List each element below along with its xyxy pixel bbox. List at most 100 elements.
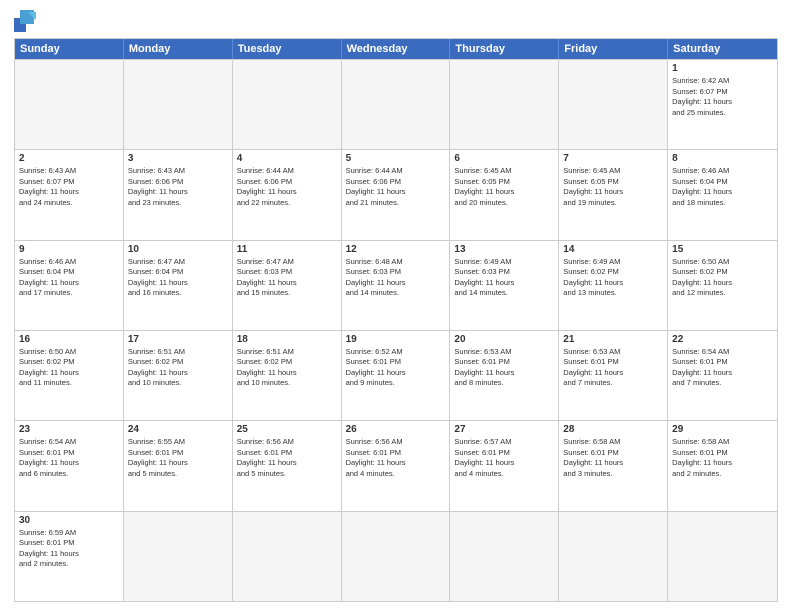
cell-info: Sunrise: 6:48 AM Sunset: 6:03 PM Dayligh… bbox=[346, 257, 446, 299]
day-number: 28 bbox=[563, 424, 663, 435]
cell-info: Sunrise: 6:47 AM Sunset: 6:03 PM Dayligh… bbox=[237, 257, 337, 299]
day-number: 19 bbox=[346, 334, 446, 345]
day-number: 26 bbox=[346, 424, 446, 435]
cell-info: Sunrise: 6:43 AM Sunset: 6:06 PM Dayligh… bbox=[128, 166, 228, 208]
day-number: 15 bbox=[672, 244, 773, 255]
header-day-wednesday: Wednesday bbox=[342, 39, 451, 59]
calendar-cell: 7 Sunrise: 6:45 AM Sunset: 6:05 PM Daylig… bbox=[559, 150, 668, 239]
header bbox=[14, 10, 778, 32]
cell-info: Sunrise: 6:50 AM Sunset: 6:02 PM Dayligh… bbox=[19, 347, 119, 389]
page: SundayMondayTuesdayWednesdayThursdayFrid… bbox=[0, 0, 792, 612]
header-day-friday: Friday bbox=[559, 39, 668, 59]
cell-info: Sunrise: 6:58 AM Sunset: 6:01 PM Dayligh… bbox=[563, 437, 663, 479]
header-day-tuesday: Tuesday bbox=[233, 39, 342, 59]
day-number: 21 bbox=[563, 334, 663, 345]
calendar-cell: 16Sunrise: 6:50 AM Sunset: 6:02 PM Dayli… bbox=[15, 331, 124, 420]
cell-info: Sunrise: 6:45 AM Sunset: 6:05 PM Dayligh… bbox=[563, 166, 663, 208]
day-number: 3 bbox=[128, 153, 228, 164]
logo bbox=[14, 10, 46, 32]
cell-info: Sunrise: 6:53 AM Sunset: 6:01 PM Dayligh… bbox=[454, 347, 554, 389]
calendar-cell: 12 Sunrise: 6:48 AM Sunset: 6:03 PM Dayli… bbox=[342, 241, 451, 330]
day-number: 17 bbox=[128, 334, 228, 345]
day-number: 25 bbox=[237, 424, 337, 435]
calendar-cell: 21 Sunrise: 6:53 AM Sunset: 6:01 PM Dayli… bbox=[559, 331, 668, 420]
calendar-cell: 18 Sunrise: 6:51 AM Sunset: 6:02 PM Dayli… bbox=[233, 331, 342, 420]
day-number: 24 bbox=[128, 424, 228, 435]
calendar-cell: 4 Sunrise: 6:44 AM Sunset: 6:06 PM Daylig… bbox=[233, 150, 342, 239]
day-number: 27 bbox=[454, 424, 554, 435]
header-day-monday: Monday bbox=[124, 39, 233, 59]
calendar-body: 1 Sunrise: 6:42 AM Sunset: 6:07 PM Daylig… bbox=[15, 59, 777, 601]
day-number: 10 bbox=[128, 244, 228, 255]
calendar-cell: 27 Sunrise: 6:57 AM Sunset: 6:01 PM Dayli… bbox=[450, 421, 559, 510]
calendar-cell: 9Sunrise: 6:46 AM Sunset: 6:04 PM Daylig… bbox=[15, 241, 124, 330]
day-number: 1 bbox=[672, 63, 773, 74]
header-day-sunday: Sunday bbox=[15, 39, 124, 59]
calendar-cell: 10 Sunrise: 6:47 AM Sunset: 6:04 PM Dayli… bbox=[124, 241, 233, 330]
calendar-cell: 24Sunrise: 6:55 AM Sunset: 6:01 PM Dayli… bbox=[124, 421, 233, 510]
calendar-cell bbox=[233, 512, 342, 601]
calendar-cell: 29 Sunrise: 6:58 AM Sunset: 6:01 PM Dayli… bbox=[668, 421, 777, 510]
calendar-cell: 23Sunrise: 6:54 AM Sunset: 6:01 PM Dayli… bbox=[15, 421, 124, 510]
header-day-saturday: Saturday bbox=[668, 39, 777, 59]
calendar-cell bbox=[342, 512, 451, 601]
calendar-cell bbox=[233, 60, 342, 149]
calendar-header: SundayMondayTuesdayWednesdayThursdayFrid… bbox=[15, 39, 777, 59]
day-number: 29 bbox=[672, 424, 773, 435]
calendar-row-2: 9Sunrise: 6:46 AM Sunset: 6:04 PM Daylig… bbox=[15, 240, 777, 330]
calendar-row-3: 16Sunrise: 6:50 AM Sunset: 6:02 PM Dayli… bbox=[15, 330, 777, 420]
day-number: 22 bbox=[672, 334, 773, 345]
calendar-row-1: 2Sunrise: 6:43 AM Sunset: 6:07 PM Daylig… bbox=[15, 149, 777, 239]
cell-info: Sunrise: 6:44 AM Sunset: 6:06 PM Dayligh… bbox=[237, 166, 337, 208]
cell-info: Sunrise: 6:49 AM Sunset: 6:02 PM Dayligh… bbox=[563, 257, 663, 299]
day-number: 13 bbox=[454, 244, 554, 255]
day-number: 6 bbox=[454, 153, 554, 164]
cell-info: Sunrise: 6:54 AM Sunset: 6:01 PM Dayligh… bbox=[19, 437, 119, 479]
calendar-cell: 30 Sunrise: 6:59 AM Sunset: 6:01 PM Dayli… bbox=[15, 512, 124, 601]
cell-info: Sunrise: 6:46 AM Sunset: 6:04 PM Dayligh… bbox=[672, 166, 773, 208]
cell-info: Sunrise: 6:50 AM Sunset: 6:02 PM Dayligh… bbox=[672, 257, 773, 299]
day-number: 20 bbox=[454, 334, 554, 345]
calendar-cell bbox=[559, 60, 668, 149]
calendar-cell: 13Sunrise: 6:49 AM Sunset: 6:03 PM Dayli… bbox=[450, 241, 559, 330]
cell-info: Sunrise: 6:47 AM Sunset: 6:04 PM Dayligh… bbox=[128, 257, 228, 299]
calendar-cell: 28 Sunrise: 6:58 AM Sunset: 6:01 PM Dayli… bbox=[559, 421, 668, 510]
day-number: 18 bbox=[237, 334, 337, 345]
cell-info: Sunrise: 6:57 AM Sunset: 6:01 PM Dayligh… bbox=[454, 437, 554, 479]
calendar-cell: 8Sunrise: 6:46 AM Sunset: 6:04 PM Daylig… bbox=[668, 150, 777, 239]
calendar-cell: 22 Sunrise: 6:54 AM Sunset: 6:01 PM Dayli… bbox=[668, 331, 777, 420]
day-number: 12 bbox=[346, 244, 446, 255]
header-day-thursday: Thursday bbox=[450, 39, 559, 59]
logo-icon bbox=[14, 10, 42, 32]
cell-info: Sunrise: 6:58 AM Sunset: 6:01 PM Dayligh… bbox=[672, 437, 773, 479]
cell-info: Sunrise: 6:51 AM Sunset: 6:02 PM Dayligh… bbox=[128, 347, 228, 389]
calendar: SundayMondayTuesdayWednesdayThursdayFrid… bbox=[14, 38, 778, 602]
calendar-row-5: 30 Sunrise: 6:59 AM Sunset: 6:01 PM Dayli… bbox=[15, 511, 777, 601]
calendar-row-4: 23Sunrise: 6:54 AM Sunset: 6:01 PM Dayli… bbox=[15, 420, 777, 510]
cell-info: Sunrise: 6:53 AM Sunset: 6:01 PM Dayligh… bbox=[563, 347, 663, 389]
cell-info: Sunrise: 6:43 AM Sunset: 6:07 PM Dayligh… bbox=[19, 166, 119, 208]
cell-info: Sunrise: 6:56 AM Sunset: 6:01 PM Dayligh… bbox=[237, 437, 337, 479]
cell-info: Sunrise: 6:44 AM Sunset: 6:06 PM Dayligh… bbox=[346, 166, 446, 208]
cell-info: Sunrise: 6:51 AM Sunset: 6:02 PM Dayligh… bbox=[237, 347, 337, 389]
calendar-cell: 20 Sunrise: 6:53 AM Sunset: 6:01 PM Dayli… bbox=[450, 331, 559, 420]
day-number: 9 bbox=[19, 244, 119, 255]
calendar-cell: 26 Sunrise: 6:56 AM Sunset: 6:01 PM Dayli… bbox=[342, 421, 451, 510]
calendar-cell bbox=[342, 60, 451, 149]
calendar-cell: 1 Sunrise: 6:42 AM Sunset: 6:07 PM Daylig… bbox=[668, 60, 777, 149]
day-number: 11 bbox=[237, 244, 337, 255]
cell-info: Sunrise: 6:54 AM Sunset: 6:01 PM Dayligh… bbox=[672, 347, 773, 389]
day-number: 7 bbox=[563, 153, 663, 164]
day-number: 4 bbox=[237, 153, 337, 164]
calendar-row-0: 1 Sunrise: 6:42 AM Sunset: 6:07 PM Daylig… bbox=[15, 59, 777, 149]
day-number: 14 bbox=[563, 244, 663, 255]
day-number: 30 bbox=[19, 515, 119, 526]
cell-info: Sunrise: 6:56 AM Sunset: 6:01 PM Dayligh… bbox=[346, 437, 446, 479]
calendar-cell bbox=[15, 60, 124, 149]
calendar-cell: 5Sunrise: 6:44 AM Sunset: 6:06 PM Daylig… bbox=[342, 150, 451, 239]
calendar-cell bbox=[450, 60, 559, 149]
calendar-cell: 17 Sunrise: 6:51 AM Sunset: 6:02 PM Dayli… bbox=[124, 331, 233, 420]
cell-info: Sunrise: 6:42 AM Sunset: 6:07 PM Dayligh… bbox=[672, 76, 773, 118]
calendar-cell: 15 Sunrise: 6:50 AM Sunset: 6:02 PM Dayli… bbox=[668, 241, 777, 330]
cell-info: Sunrise: 6:59 AM Sunset: 6:01 PM Dayligh… bbox=[19, 528, 119, 570]
